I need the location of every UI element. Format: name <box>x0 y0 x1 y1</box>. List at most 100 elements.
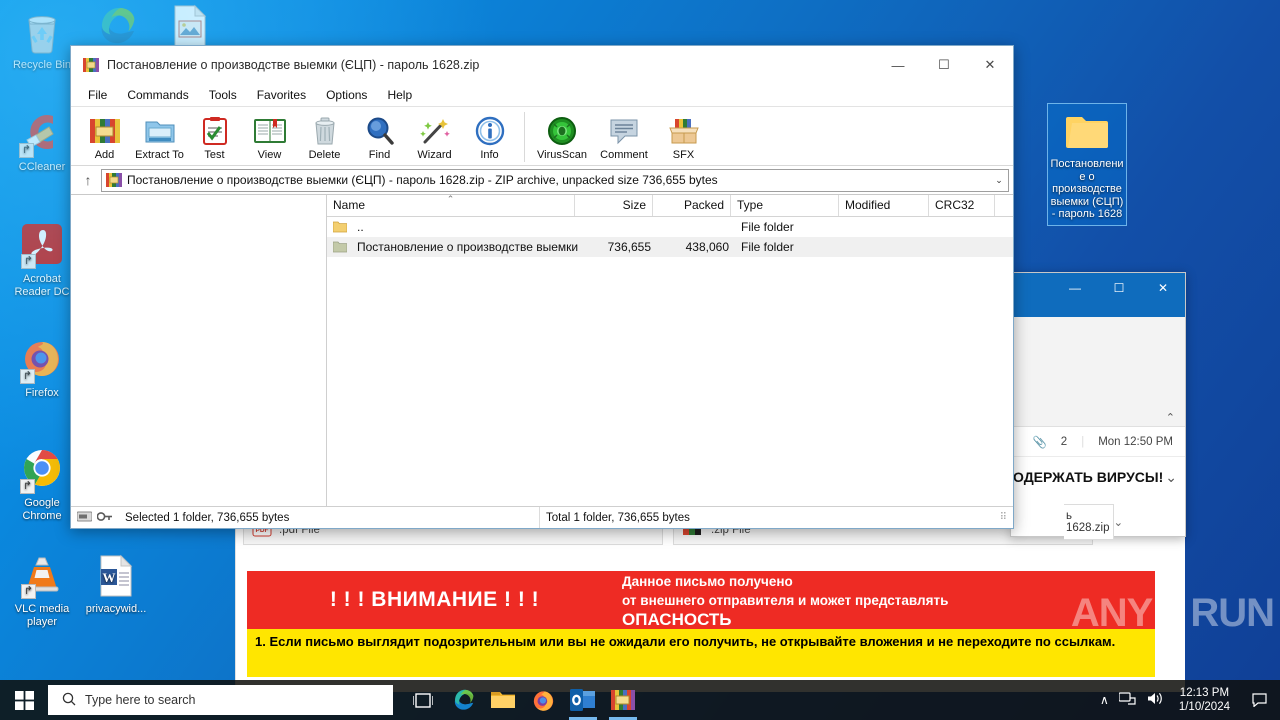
show-hidden-icons-chevron[interactable]: ∧ <box>1100 693 1109 707</box>
cell-packed: 438,060 <box>685 240 729 254</box>
outlook-title-bar[interactable]: — ☐ ✕ <box>1011 273 1185 317</box>
windows-start-icon[interactable] <box>0 680 48 720</box>
desktop-icon-label: VLC media player <box>14 603 70 628</box>
toolbar-label: Info <box>480 149 499 161</box>
find-magnifier-icon <box>365 114 395 148</box>
toolbar-button-find[interactable]: Find <box>352 112 407 161</box>
menu-item-options[interactable]: Options <box>317 86 376 104</box>
chrome-icon: ↱ <box>4 446 80 494</box>
outlook-maximize-button[interactable]: ☐ <box>1097 273 1141 303</box>
menu-item-commands[interactable]: Commands <box>118 86 197 104</box>
desktop-icon-acrobat-reader[interactable]: ↱ Acrobat Reader DC <box>4 222 80 298</box>
taskbar-clock[interactable]: 12:13 PM 1/10/2024 <box>1173 686 1236 714</box>
column-header-name[interactable]: Name ⌃ <box>327 195 575 216</box>
external-sender-warning-banner: ! ! ! ВНИМАНИЕ ! ! ! Данное письмо получ… <box>247 571 1155 629</box>
archive-path-combobox[interactable]: Постановление о производстве выемки (ЄЦП… <box>101 168 1009 192</box>
toolbar-separator <box>524 112 525 162</box>
desktop-icon-firefox[interactable]: ↱ Firefox <box>4 336 80 400</box>
system-tray[interactable]: ∧ 12:13 PM 1/10/2024 <box>1100 686 1280 714</box>
chevron-down-icon[interactable]: ⌄ <box>1165 469 1177 486</box>
search-input[interactable]: Type here to search <box>48 685 393 715</box>
file-list-pane[interactable]: Name ⌃ Size Packed Type Modified CRC32 .… <box>327 195 1013 506</box>
chevron-up-icon[interactable]: ⌃ <box>1166 411 1175 424</box>
table-row[interactable]: .. File folder <box>327 217 1013 237</box>
toolbar-label: Extract To <box>135 149 184 161</box>
folder-tree-pane[interactable] <box>71 195 327 506</box>
network-icon[interactable] <box>1118 691 1136 709</box>
column-header-modified[interactable]: Modified <box>839 195 929 216</box>
cell-name: Постановление о производстве выемки ... <box>357 240 579 254</box>
ccleaner-icon: ↱ <box>4 110 80 158</box>
toolbar-button-virusscan[interactable]: VirusScan <box>532 112 592 161</box>
taskbar-winrar[interactable] <box>603 680 643 720</box>
address-bar[interactable]: ↑ Постановление о производстве выемки (Є… <box>71 166 1013 194</box>
chevron-down-icon[interactable]: ⌄ <box>990 175 1008 186</box>
word-document-icon: W <box>78 552 154 600</box>
desktop-icon-google-chrome[interactable]: ↱ Google Chrome <box>4 446 80 522</box>
drive-icon <box>76 511 93 525</box>
toolbar-button-wizard[interactable]: Wizard <box>407 112 462 161</box>
desktop-icon-ccleaner[interactable]: ↱ CCleaner <box>4 110 80 174</box>
column-header-type[interactable]: Type <box>731 195 839 216</box>
winrar-window[interactable]: Постановление о производстве выемки (ЄЦП… <box>70 45 1014 529</box>
toolbar-label: Comment <box>600 149 648 161</box>
taskbar-firefox[interactable] <box>523 680 563 720</box>
volume-icon[interactable] <box>1146 691 1163 709</box>
notification-icon[interactable] <box>1246 693 1272 707</box>
outlook-window[interactable]: — ☐ ✕ ⌃ 📎 2 | Mon 12:50 PM ОДЕРЖАТЬ ВИРУ… <box>1010 272 1186 537</box>
attachment-chip-label: ь 1628.zip <box>1066 510 1110 534</box>
taskbar-file-explorer[interactable] <box>483 680 523 720</box>
taskbar-outlook[interactable] <box>563 680 603 720</box>
toolbar-label: Add <box>94 149 115 161</box>
toolbar-button-info[interactable]: Info <box>462 112 517 161</box>
sort-ascending-icon: ⌃ <box>446 194 455 204</box>
menu-item-help[interactable]: Help <box>378 86 421 104</box>
search-placeholder: Type here to search <box>85 693 196 707</box>
table-row[interactable]: Постановление о производстве выемки ... … <box>327 237 1013 257</box>
chevron-down-icon[interactable]: ⌄ <box>1113 515 1123 529</box>
security-advice-text: 1. Если письмо выглядит подозрительным и… <box>255 634 1116 649</box>
archive-contents[interactable]: Name ⌃ Size Packed Type Modified CRC32 .… <box>71 194 1013 506</box>
clock-date: 1/10/2024 <box>1178 701 1230 713</box>
menu-bar[interactable]: File Commands Tools Favorites Options He… <box>71 84 1013 106</box>
outlook-close-button[interactable]: ✕ <box>1141 273 1185 303</box>
svg-text:W: W <box>103 570 116 585</box>
desktop-icon-extracted-folder[interactable]: Постановление о производстве выемки (ЄЦП… <box>1047 103 1127 226</box>
taskbar-task-view[interactable] <box>403 680 443 720</box>
winrar-title-bar[interactable]: Постановление о производстве выемки (ЄЦП… <box>71 46 1013 84</box>
shortcut-overlay-icon: ↱ <box>20 478 35 494</box>
menu-item-tools[interactable]: Tools <box>200 86 246 104</box>
test-clipboard-icon <box>200 114 230 148</box>
column-header-crc32[interactable]: CRC32 <box>929 195 995 216</box>
file-list-header[interactable]: Name ⌃ Size Packed Type Modified CRC32 <box>327 195 1013 217</box>
minimize-button[interactable]: — <box>875 50 921 80</box>
taskbar[interactable]: Type here to search ∧ 12:13 PM 1/10/2024 <box>0 680 1280 720</box>
column-header-size[interactable]: Size <box>575 195 653 216</box>
resize-grip[interactable]: ⠿ <box>994 507 1013 528</box>
toolbar-label: Wizard <box>417 149 452 161</box>
folder-icon <box>1049 107 1125 155</box>
desktop-icon-recycle-bin[interactable]: Recycle Bin <box>4 8 80 72</box>
toolbar-button-comment[interactable]: Comment <box>592 112 656 161</box>
column-header-packed[interactable]: Packed <box>653 195 731 216</box>
taskbar-edge[interactable] <box>443 680 483 720</box>
toolbar-button-extract-to[interactable]: Extract To <box>132 112 187 161</box>
toolbar-button-delete[interactable]: Delete <box>297 112 352 161</box>
desktop-icon-privacywidget[interactable]: W privacywid... <box>78 552 154 616</box>
menu-item-favorites[interactable]: Favorites <box>248 86 315 104</box>
desktop-icon-label: Acrobat Reader DC <box>14 273 70 298</box>
outlook-attachment-chip[interactable]: ь 1628.zip ⌄ <box>1064 504 1123 540</box>
close-button[interactable]: ✕ <box>967 50 1013 80</box>
toolbar-button-add[interactable]: Add <box>77 112 132 161</box>
vlc-icon: ↱ <box>4 552 80 600</box>
toolbar[interactable]: Add Extract To Test View Delete Find Wiz… <box>71 106 1013 166</box>
menu-item-file[interactable]: File <box>79 86 116 104</box>
desktop-icon-vlc[interactable]: ↱ VLC media player <box>4 552 80 628</box>
maximize-button[interactable]: ☐ <box>921 50 967 80</box>
toolbar-button-view[interactable]: View <box>242 112 297 161</box>
outlook-minimize-button[interactable]: — <box>1053 273 1097 303</box>
toolbar-button-test[interactable]: Test <box>187 112 242 161</box>
go-up-button[interactable]: ↑ <box>75 168 101 192</box>
toolbar-button-sfx[interactable]: SFX <box>656 112 711 161</box>
comment-bubble-icon <box>609 114 639 148</box>
